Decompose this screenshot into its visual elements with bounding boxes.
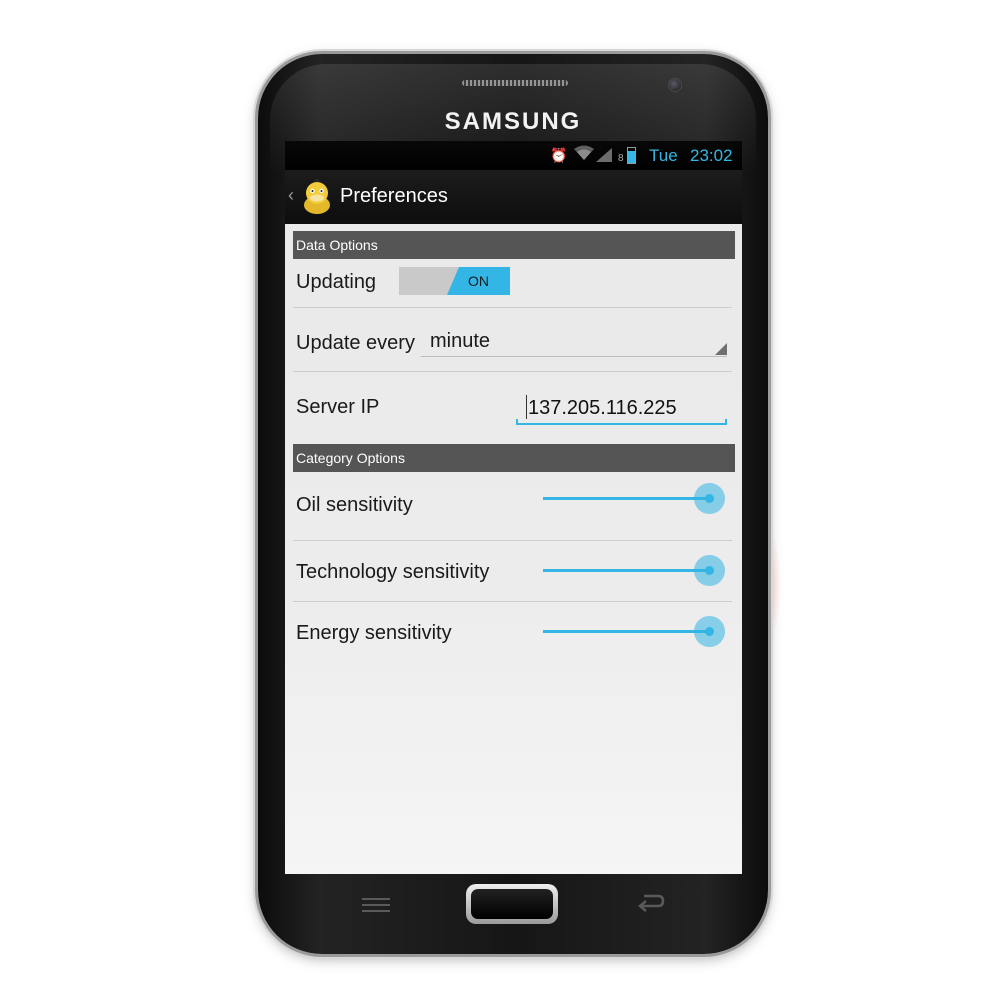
alarm-icon: ⏰ (550, 147, 568, 163)
brand-logo: SAMSUNG (444, 108, 582, 135)
phone-body: SAMSUNG ⏰ 8 Tue 23:02 ‹ Preferences Data… (258, 54, 768, 954)
divider (293, 307, 732, 308)
technology-sensitivity-slider[interactable] (543, 550, 725, 590)
earpiece-speaker (462, 80, 568, 86)
status-bar: ⏰ 8 Tue 23:02 (285, 141, 742, 170)
toggle-on-text: ON (447, 267, 510, 295)
energy-sensitivity-slider[interactable] (543, 611, 725, 651)
input-underline-end (725, 419, 727, 425)
slider-track (543, 569, 709, 572)
divider (293, 601, 732, 602)
slider-track (543, 497, 709, 500)
dropdown-arrow-icon (715, 343, 727, 355)
oil-sensitivity-label: Oil sensitivity (296, 494, 413, 516)
update-interval-dropdown[interactable]: minute (421, 324, 727, 357)
dropdown-selected-value: minute (430, 330, 491, 352)
page-title: Preferences (340, 185, 448, 207)
hardware-keys (258, 880, 768, 940)
updating-label: Updating (296, 271, 377, 293)
section-header-category-options: Category Options (293, 444, 735, 472)
oil-sensitivity-slider[interactable] (543, 478, 725, 518)
slider-thumb[interactable] (694, 483, 725, 514)
section-header-data-options: Data Options (293, 231, 735, 259)
action-bar: ‹ Preferences (285, 170, 742, 224)
signal-icon (596, 148, 612, 165)
slider-thumb[interactable] (694, 616, 725, 647)
server-ip-label: Server IP (296, 396, 380, 418)
server-ip-input[interactable]: 137.205.116.225 (516, 391, 727, 425)
updating-toggle[interactable]: ON (399, 267, 510, 295)
slider-track (543, 630, 709, 633)
slider-thumb[interactable] (694, 555, 725, 586)
up-navigation-icon[interactable]: ‹ (288, 185, 294, 206)
technology-sensitivity-label: Technology sensitivity (296, 561, 490, 583)
divider (293, 371, 732, 372)
status-time: 23:02 (690, 146, 733, 165)
battery-icon (627, 147, 636, 164)
divider (293, 540, 732, 541)
server-ip-value: 137.205.116.225 (528, 397, 677, 419)
wifi-icon (574, 145, 594, 164)
screen: ⏰ 8 Tue 23:02 ‹ Preferences Data Options… (285, 141, 742, 874)
back-key-icon[interactable] (636, 890, 666, 916)
network-type-icon: 8 (618, 153, 624, 164)
front-camera (668, 78, 682, 92)
menu-key-icon[interactable] (362, 898, 390, 914)
duck-app-icon[interactable] (300, 178, 334, 215)
home-button[interactable] (466, 884, 558, 924)
text-cursor (526, 395, 527, 419)
update-every-label: Update every (296, 332, 415, 354)
status-day: Tue (649, 146, 678, 165)
energy-sensitivity-label: Energy sensitivity (296, 622, 452, 644)
